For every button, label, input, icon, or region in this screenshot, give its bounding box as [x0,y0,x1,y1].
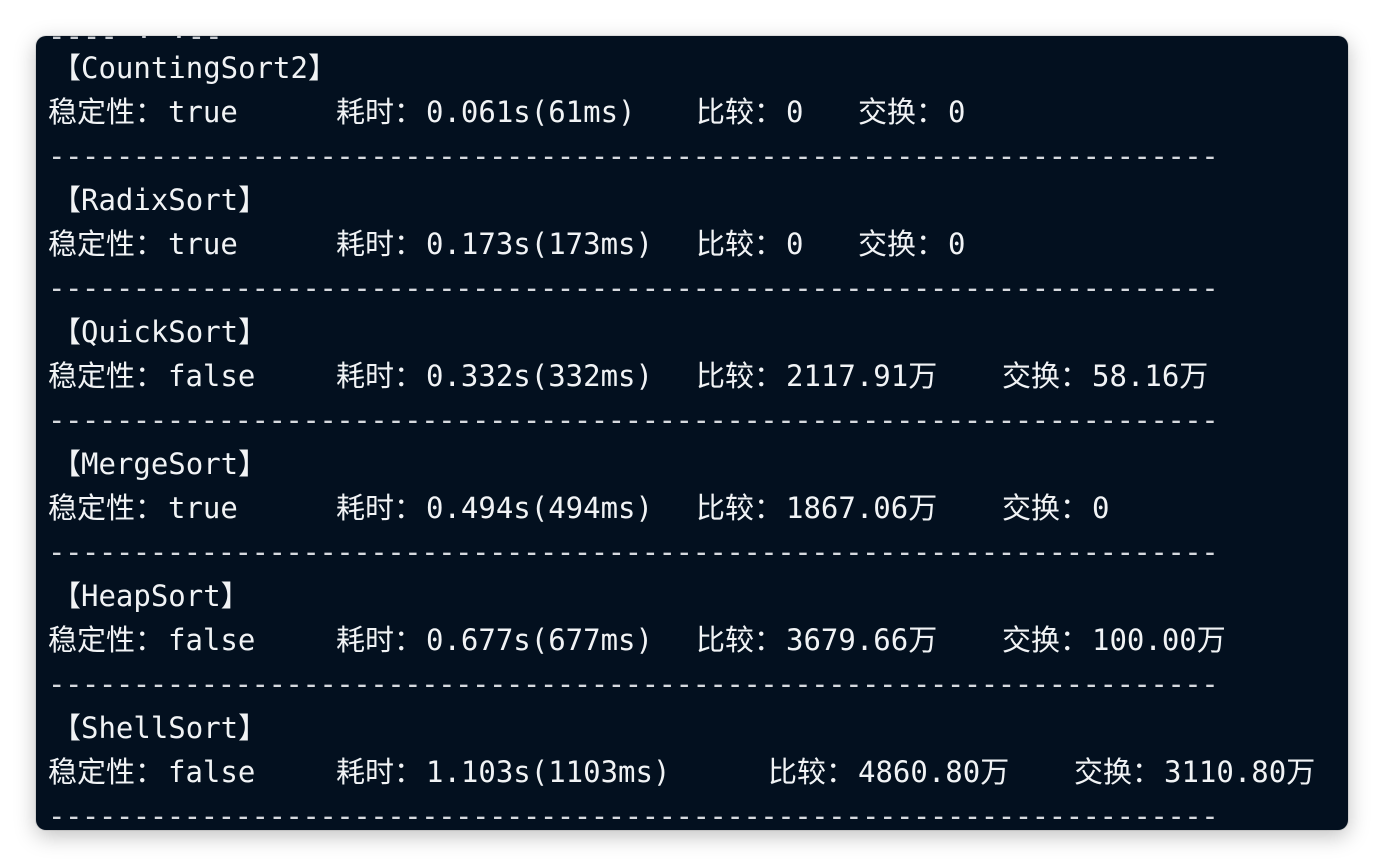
swap-label: 交换： [858,95,946,129]
compare-label: 比较： [696,95,784,129]
compare-label: 比较： [696,491,784,525]
compare-value: 0 [786,95,804,129]
separator-line: ----------------------------------------… [48,799,1219,830]
stable-value: false [168,755,256,789]
sort-title: 【HeapSort】 [52,579,250,613]
separator-line: ----------------------------------------… [48,667,1219,701]
terminal-window: ---- · ·-- 【CountingSort2】 稳定性： true 耗时：… [36,36,1348,830]
swap-label: 交换： [858,227,946,261]
stable-label: 稳定性： [48,359,165,393]
stable-label: 稳定性： [48,755,165,789]
compare-value: 4860.80万 [858,755,1010,789]
swap-value: 100.00万 [1092,623,1226,657]
swap-value: 0 [948,227,966,261]
swap-label: 交换： [1002,491,1090,525]
result-line: 稳定性： true 耗时： 0.494s(494ms) 比较： 1867.06万… [48,488,1348,528]
swap-value: 0 [1092,491,1110,525]
time-value: 0.173s(173ms) [426,227,653,261]
swap-label: 交换： [1002,623,1090,657]
separator-line: ----------------------------------------… [48,535,1219,569]
compare-value: 2117.91万 [786,359,938,393]
time-label: 耗时： [336,227,424,261]
sort-title: 【QuickSort】 [52,315,268,349]
compare-value: 1867.06万 [786,491,938,525]
sort-title: 【ShellSort】 [52,711,268,745]
time-label: 耗时： [336,359,424,393]
stable-label: 稳定性： [48,623,165,657]
stable-value: true [168,95,238,129]
stable-label: 稳定性： [48,95,165,129]
stable-label: 稳定性： [48,491,165,525]
stable-label: 稳定性： [48,227,165,261]
result-line: 稳定性： false 耗时： 0.677s(677ms) 比较： 3679.66… [48,620,1348,660]
time-value: 0.332s(332ms) [426,359,653,393]
sort-title: 【RadixSort】 [52,183,268,217]
time-value: 0.677s(677ms) [426,623,653,657]
sort-title: 【MergeSort】 [52,447,268,481]
separator-line: ----------------------------------------… [48,271,1219,305]
result-line: 稳定性： false 耗时： 0.332s(332ms) 比较： 2117.91… [48,356,1348,396]
compare-label: 比较： [768,755,856,789]
swap-value: 58.16万 [1092,359,1209,393]
time-label: 耗时： [336,491,424,525]
swap-value: 3110.80万 [1164,755,1316,789]
compare-label: 比较： [696,623,784,657]
stable-value: true [168,491,238,525]
swap-label: 交换： [1002,359,1090,393]
swap-label: 交换： [1074,755,1162,789]
stable-value: true [168,227,238,261]
compare-label: 比较： [696,359,784,393]
compare-label: 比较： [696,227,784,261]
time-value: 1.103s(1103ms) [426,755,671,789]
time-label: 耗时： [336,95,424,129]
result-line: 稳定性： true 耗时： 0.061s(61ms) 比较： 0 交换： 0 [48,92,1348,132]
stable-value: false [168,623,256,657]
time-label: 耗时： [336,623,424,657]
result-line: 稳定性： true 耗时： 0.173s(173ms) 比较： 0 交换： 0 [48,224,1348,264]
time-value: 0.061s(61ms) [426,95,636,129]
result-line: 稳定性： false 耗时： 1.103s(1103ms) 比较： 4860.8… [48,752,1348,792]
separator-line: ----------------------------------------… [48,139,1219,173]
sort-title: 【CountingSort2】 [52,51,337,85]
separator-line: ----------------------------------------… [48,403,1219,437]
terminal-output: ---- · ·-- 【CountingSort2】 稳定性： true 耗时：… [48,36,1348,830]
time-value: 0.494s(494ms) [426,491,653,525]
compare-value: 3679.66万 [786,623,938,657]
time-label: 耗时： [336,755,424,789]
compare-value: 0 [786,227,804,261]
stable-value: false [168,359,256,393]
swap-value: 0 [948,95,966,129]
